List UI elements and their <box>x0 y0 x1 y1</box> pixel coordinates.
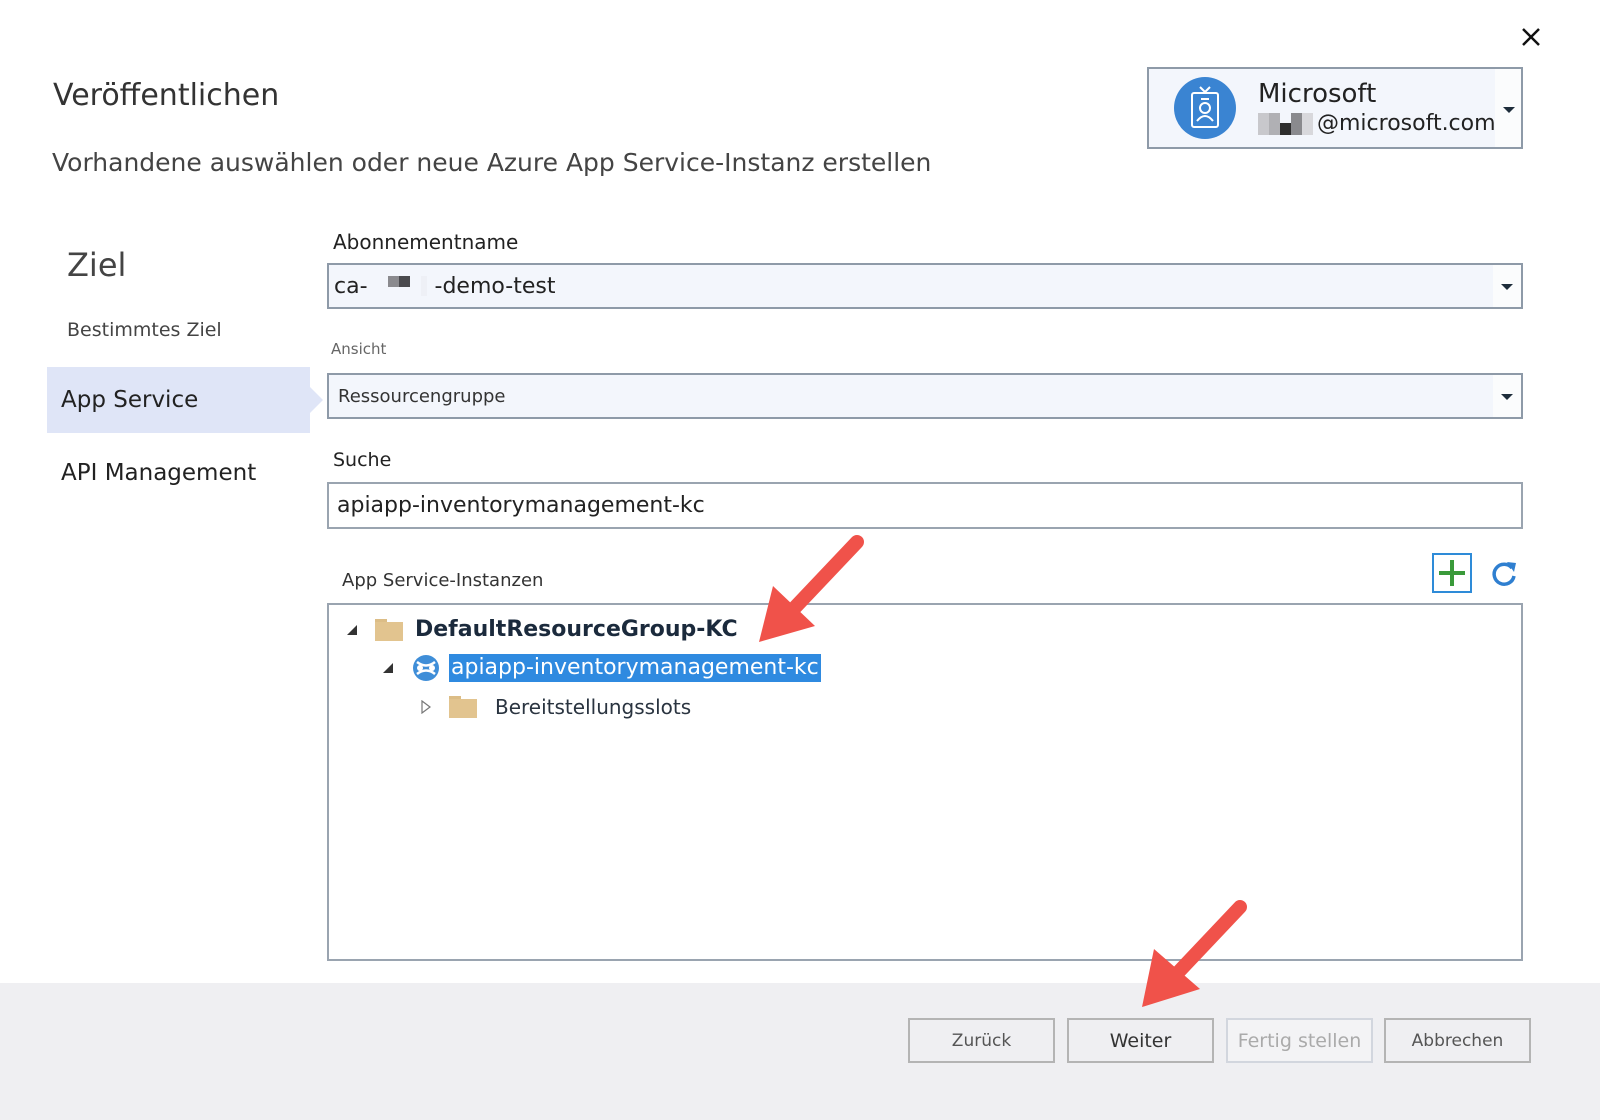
refresh-icon <box>1492 562 1516 586</box>
add-instance-button[interactable] <box>1432 553 1472 593</box>
chevron-down-icon <box>1501 284 1513 290</box>
dialog-title: Veröffentlichen <box>53 78 280 113</box>
nav-item-app-service[interactable]: App Service <box>47 367 323 433</box>
close-button[interactable] <box>1516 22 1546 52</box>
refresh-button[interactable] <box>1488 558 1520 590</box>
app-service-tree[interactable]: DefaultResourceGroup-KC apiapp-inventory… <box>327 603 1523 961</box>
collapsed-icon[interactable] <box>419 700 433 714</box>
tree-node-resource-group[interactable]: DefaultResourceGroup-KC <box>345 617 738 642</box>
folder-icon <box>375 618 403 641</box>
plus-icon <box>1439 560 1465 586</box>
close-icon <box>1522 28 1540 46</box>
folder-icon <box>449 696 477 718</box>
expanded-icon[interactable] <box>381 661 395 675</box>
nav-item-specific-target[interactable]: Bestimmtes Ziel <box>47 297 310 363</box>
badge-icon <box>1191 86 1219 128</box>
search-label: Suche <box>333 449 392 471</box>
back-button[interactable]: Zurück <box>908 1018 1055 1063</box>
account-name: Microsoft <box>1258 79 1377 109</box>
dialog-subtitle: Vorhandene auswählen oder neue Azure App… <box>52 148 932 177</box>
view-dropdown[interactable]: Ressourcengruppe <box>327 373 1523 419</box>
avatar <box>1174 77 1236 139</box>
redacted-block <box>387 276 427 296</box>
chevron-down-icon <box>1501 394 1513 400</box>
cancel-button[interactable]: Abbrechen <box>1384 1018 1531 1063</box>
subscription-label: Abonnementname <box>333 230 519 254</box>
subscription-dropdown[interactable]: ca- -demo-test <box>327 263 1523 309</box>
next-button[interactable]: Weiter <box>1067 1018 1214 1063</box>
tree-node-app-service[interactable]: apiapp-inventorymanagement-kc <box>381 653 821 683</box>
nav-item-api-management[interactable]: API Management <box>47 440 310 506</box>
account-selector[interactable]: Microsoft @microsoft.com <box>1147 67 1523 149</box>
finish-button[interactable]: Fertig stellen <box>1226 1018 1373 1063</box>
account-email: @microsoft.com <box>1258 110 1498 138</box>
app-service-icon <box>413 655 439 681</box>
chevron-down-icon <box>1503 107 1515 113</box>
tree-node-deployment-slots[interactable]: Bereitstellungsslots <box>419 695 691 719</box>
instances-label: App Service-Instanzen <box>342 570 544 591</box>
expanded-icon[interactable] <box>345 623 359 637</box>
nav-heading: Ziel <box>67 246 127 284</box>
redacted-block <box>1258 113 1313 135</box>
search-input[interactable]: apiapp-inventorymanagement-kc <box>327 482 1523 529</box>
view-label: Ansicht <box>331 340 387 358</box>
